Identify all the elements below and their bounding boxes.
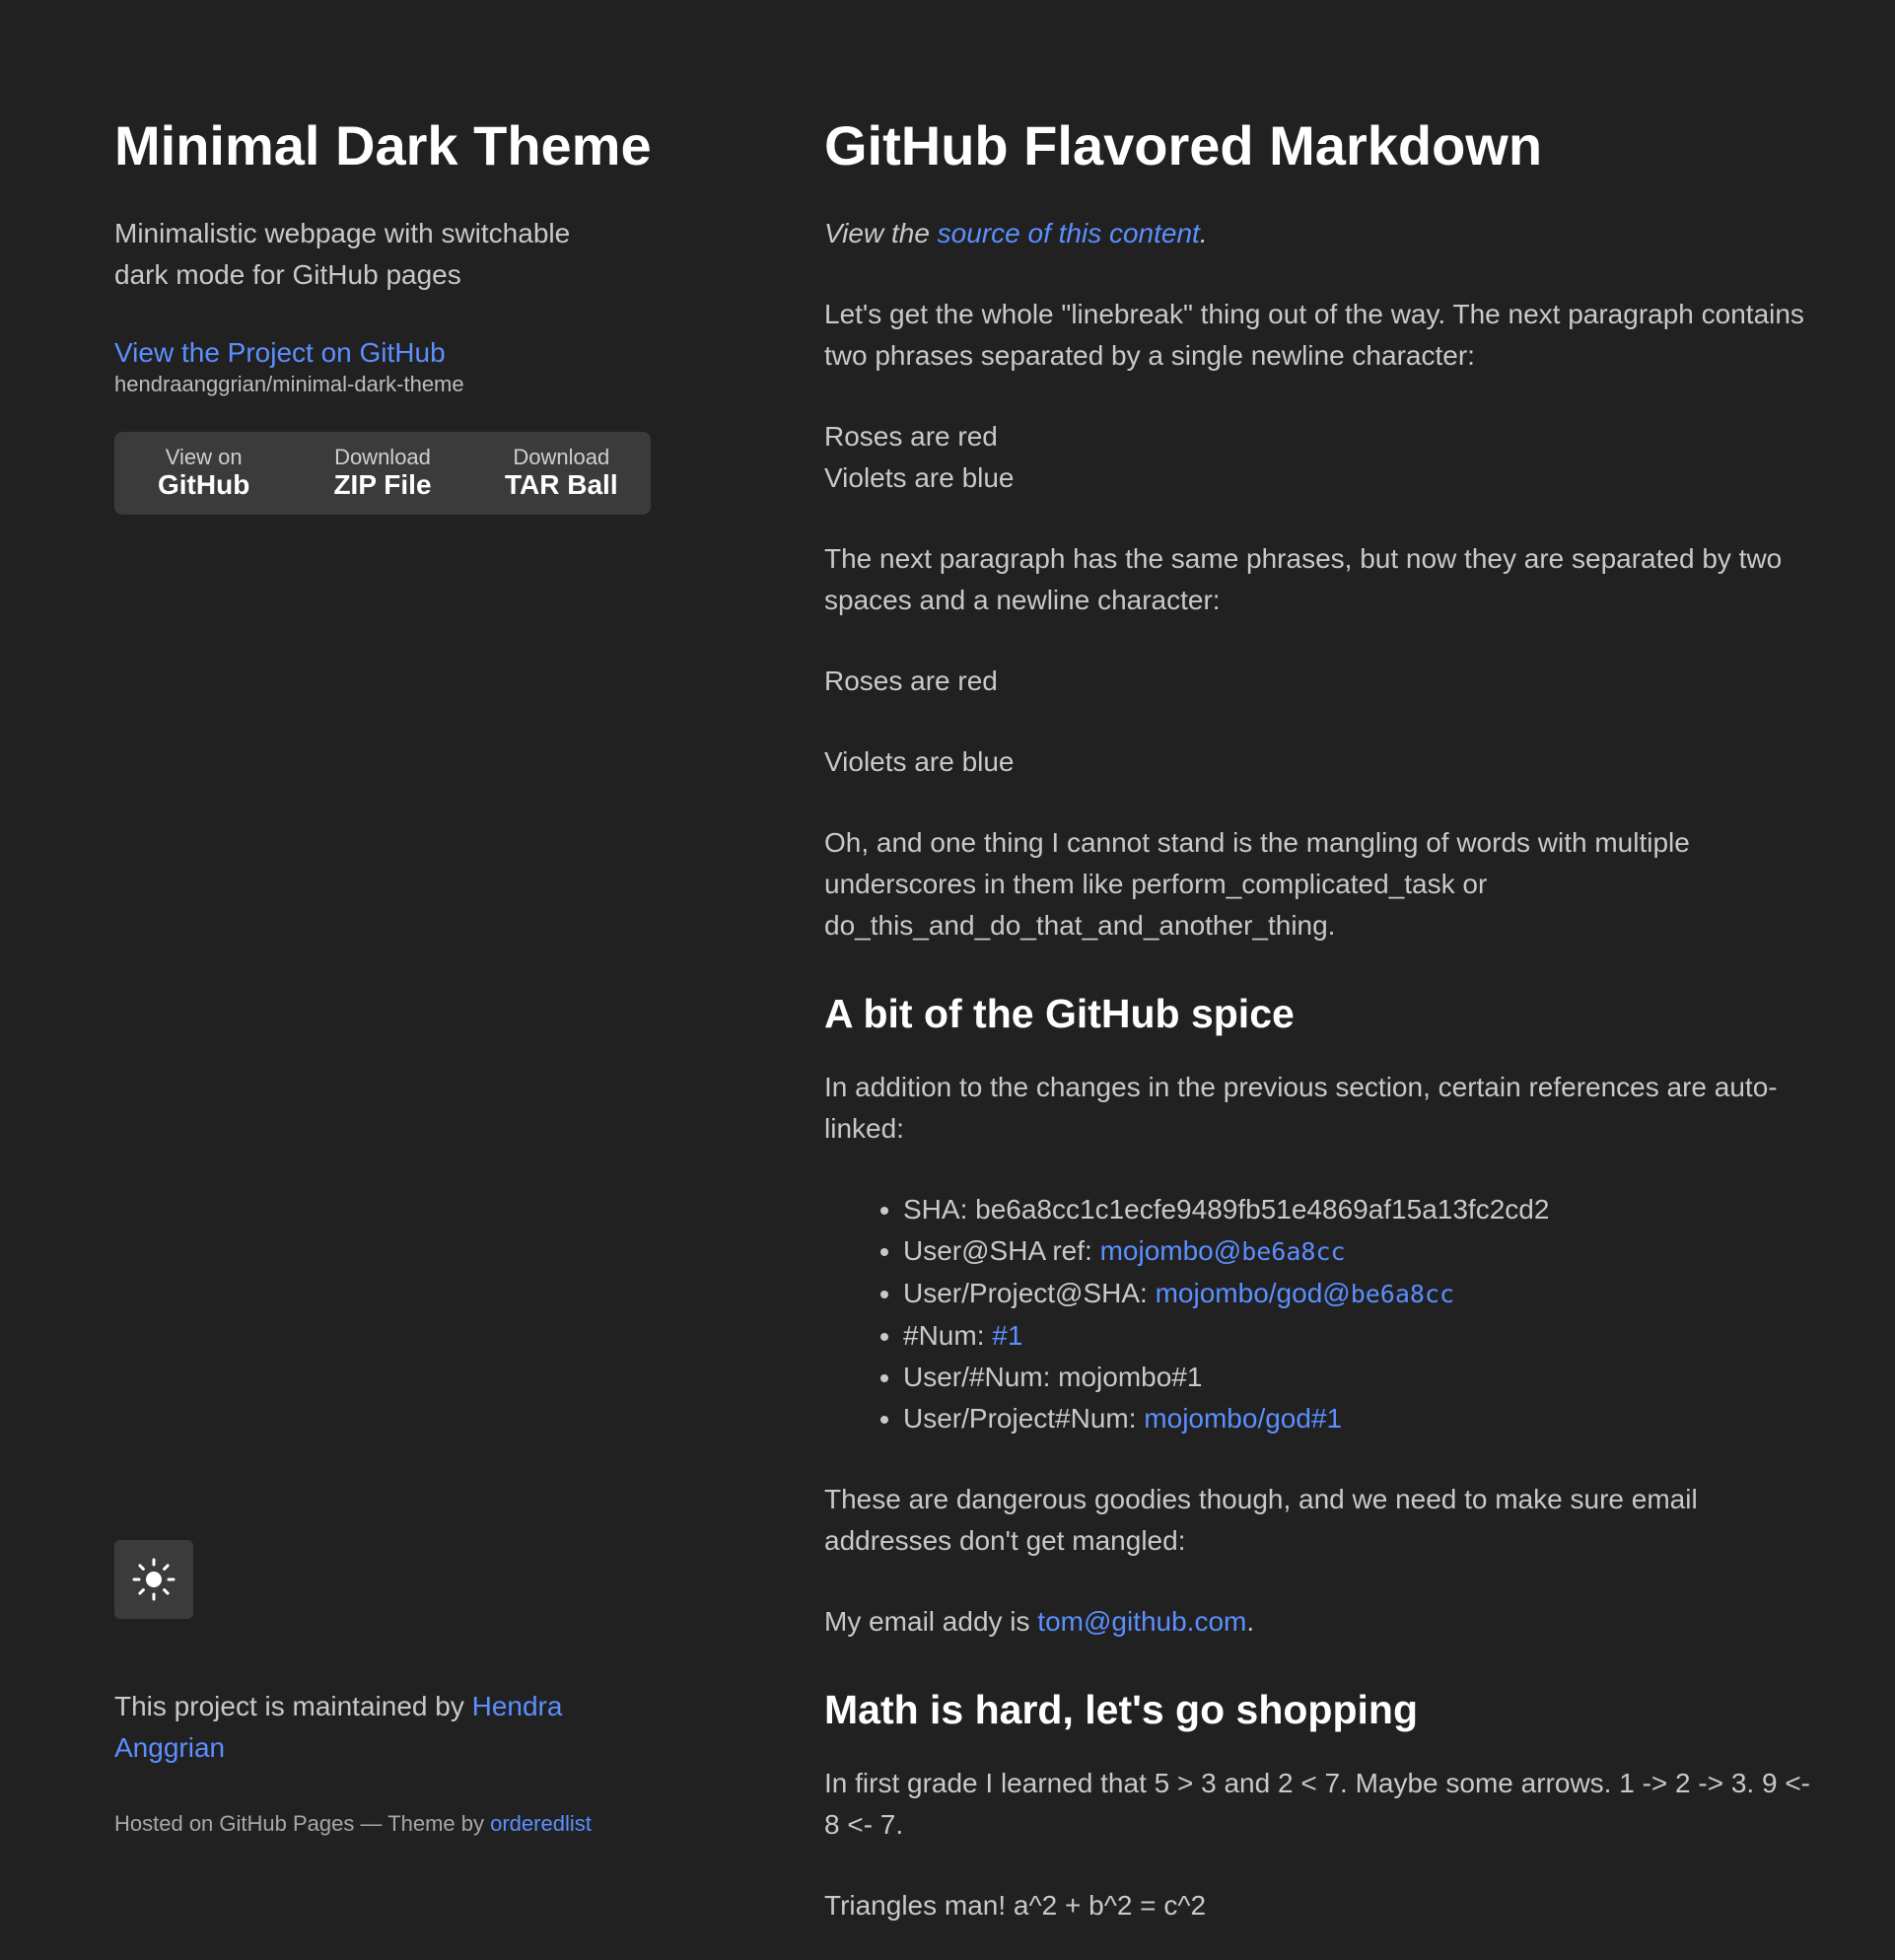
dangerous-goodies-paragraph: These are dangerous goodies though, and … [824, 1484, 1698, 1556]
user-num-text: User/#Num: mojombo#1 [903, 1362, 1203, 1392]
user-sha-label: User@SHA ref: [903, 1235, 1100, 1266]
view-on-github-small-label: View on [165, 445, 243, 469]
linebreak-paragraph: Let's get the whole "linebreak" thing ou… [824, 299, 1804, 371]
autolink-list: SHA: be6a8cc1c1ecfe9489fb51e4869af15a13f… [824, 1189, 1810, 1439]
project-sha-label: User/Project@SHA: [903, 1278, 1156, 1308]
repo-name: hendraanggrian/minimal-dark-theme [114, 372, 464, 396]
intro-prefix: View the [824, 218, 938, 248]
list-item: SHA: be6a8cc1c1ecfe9489fb51e4869af15a13f… [903, 1189, 1810, 1230]
arrows-paragraph: In first grade I learned that 5 > 3 and … [824, 1768, 1810, 1840]
main-content: GitHub Flavored Markdown View the source… [824, 106, 1810, 1960]
roses-line: Roses are red [824, 421, 998, 452]
sidebar: Minimal Dark Theme Minimalistic webpage … [114, 106, 667, 515]
hosted-prefix: Hosted on GitHub Pages — Theme by [114, 1811, 491, 1836]
source-content-link[interactable]: source of this content [938, 218, 1200, 248]
violets-line: Violets are blue [824, 462, 1015, 493]
list-item: User/Project@SHA: mojombo/god@be6a8cc [903, 1273, 1810, 1315]
email-paragraph: My email addy is tom@github.com. [824, 1601, 1810, 1643]
num-label: #Num: [903, 1320, 993, 1351]
autolink-intro-paragraph: In addition to the changes in the previo… [824, 1072, 1778, 1144]
list-item: User@SHA ref: mojombo@be6a8cc [903, 1230, 1810, 1273]
list-item: #Num: #1 [903, 1315, 1810, 1357]
page-title: GitHub Flavored Markdown [824, 114, 1543, 176]
view-on-github-big-label: GitHub [158, 469, 250, 500]
intro-paragraph: View the source of this content. [824, 213, 1810, 254]
email-prefix: My email addy is [824, 1606, 1038, 1637]
intro-suffix: . [1199, 218, 1208, 248]
download-zip-small-label: Download [334, 445, 431, 469]
view-project-link[interactable]: View the Project on GitHub [114, 335, 667, 371]
roses-paragraph-single-newline: Roses are red Violets are blue [824, 416, 1810, 499]
triangles-paragraph: Triangles man! a^2 + b^2 = c^2 [824, 1890, 1207, 1921]
theme-toggle-button[interactable] [114, 1540, 193, 1619]
theme-author-link[interactable]: orderedlist [490, 1811, 592, 1836]
project-sha-link[interactable]: mojombo/god@be6a8cc [1156, 1278, 1454, 1308]
download-zip-big-label: ZIP File [333, 469, 432, 500]
sha-text: SHA: be6a8cc1c1ecfe9489fb51e4869af15a13f… [903, 1194, 1550, 1225]
list-item: User/Project#Num: mojombo/god#1 [903, 1398, 1810, 1439]
site-tagline: Minimalistic webpage with switchable dar… [114, 218, 571, 290]
section-heading-math: Math is hard, let's go shopping [824, 1687, 1418, 1732]
maintainer-credit: This project is maintained by Hendra Ang… [114, 1686, 627, 1769]
site-title: Minimal Dark Theme [114, 114, 652, 176]
download-tar-big-label: TAR Ball [505, 469, 618, 500]
email-link[interactable]: tom@github.com [1037, 1606, 1246, 1637]
section-heading-github-spice: A bit of the GitHub spice [824, 991, 1295, 1036]
two-spaces-paragraph: The next paragraph has the same phrases,… [824, 543, 1783, 615]
download-tar-button[interactable]: Download TAR Ball [472, 432, 651, 515]
violets-paragraph: Violets are blue [824, 746, 1015, 777]
num-link[interactable]: #1 [992, 1320, 1022, 1351]
project-num-link[interactable]: mojombo/god#1 [1144, 1403, 1342, 1434]
underscores-paragraph: Oh, and one thing I cannot stand is the … [824, 827, 1690, 941]
view-on-github-button[interactable]: View on GitHub [114, 432, 293, 515]
project-sha-link-user: mojombo/god@ [1155, 1278, 1351, 1308]
project-num-label: User/Project#Num: [903, 1403, 1145, 1434]
roses-paragraph: Roses are red [824, 665, 998, 696]
user-sha-link-user: mojombo@ [1099, 1235, 1242, 1266]
sun-icon [132, 1558, 175, 1601]
user-sha-link-code: be6a8cc [1241, 1237, 1346, 1266]
project-sha-link-code: be6a8cc [1350, 1280, 1455, 1308]
list-item: User/#Num: mojombo#1 [903, 1357, 1810, 1398]
hosted-credit: Hosted on GitHub Pages — Theme by ordere… [114, 1808, 592, 1840]
email-suffix: . [1246, 1606, 1255, 1637]
user-sha-link[interactable]: mojombo@be6a8cc [1100, 1235, 1346, 1266]
downloads-bar: View on GitHub Download ZIP File Downloa… [114, 432, 651, 515]
download-zip-button[interactable]: Download ZIP File [293, 432, 471, 515]
maintainer-prefix: This project is maintained by [114, 1691, 472, 1721]
download-tar-small-label: Download [513, 445, 610, 469]
